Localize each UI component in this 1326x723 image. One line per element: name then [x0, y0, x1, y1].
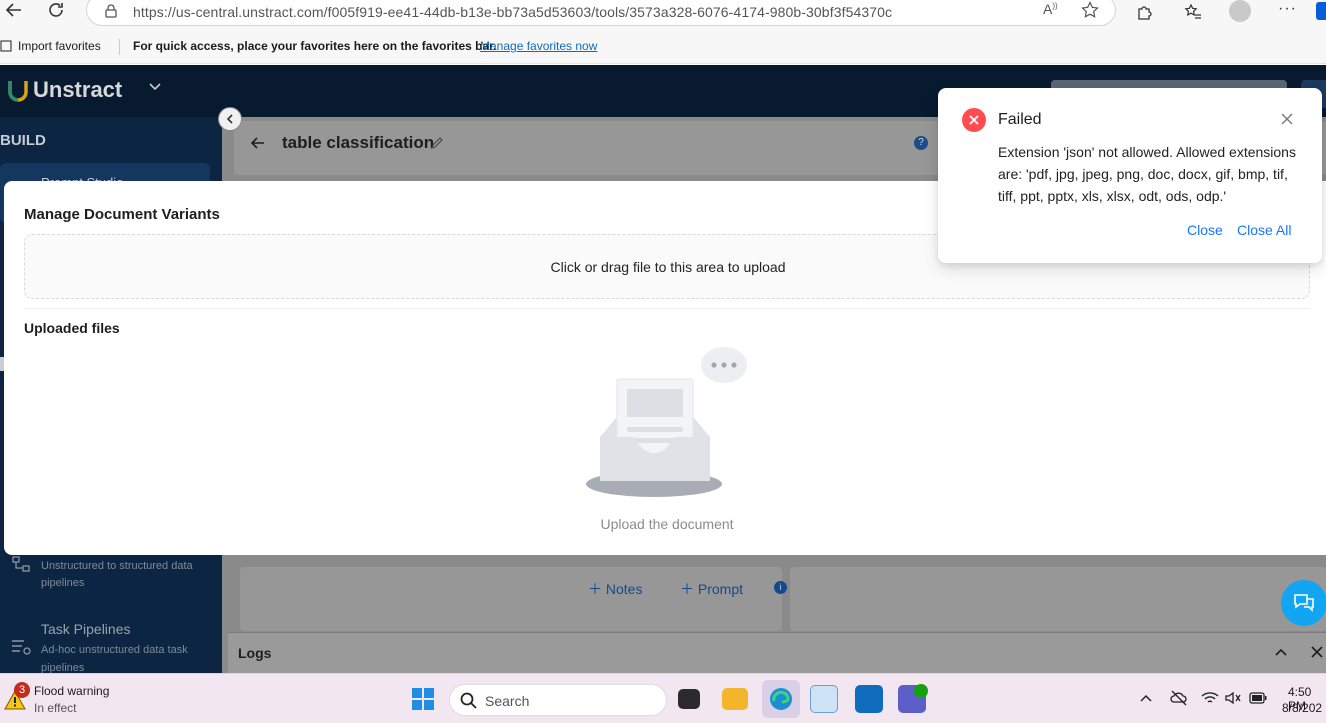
add-notes-button[interactable]: ＋ Notes: [588, 579, 642, 599]
empty-inbox-icon: [584, 345, 754, 506]
wifi-icon[interactable]: [1201, 690, 1219, 711]
output-panel: [790, 567, 1326, 631]
weather-subtitle: In effect: [34, 701, 77, 715]
edge-active-tile[interactable]: [762, 680, 800, 718]
info-icon: i: [774, 581, 787, 594]
weather-title: Flood warning: [34, 684, 110, 698]
url-text: https://us-central.unstract.com/f005f919…: [133, 4, 893, 20]
search-icon: [460, 692, 477, 714]
close-logs-icon[interactable]: [1310, 645, 1324, 664]
help-icon[interactable]: ?: [914, 136, 928, 150]
import-favorites-link[interactable]: Import favorites: [18, 39, 101, 53]
windows-start-icon[interactable]: [412, 688, 434, 715]
sidebar-item-task-pipelines[interactable]: Task Pipelines Ad-hoc unstructured data …: [0, 617, 222, 673]
chevron-up-icon[interactable]: [1274, 645, 1288, 664]
taskbar-search[interactable]: Search: [449, 684, 667, 716]
back-arrow-icon[interactable]: [250, 135, 266, 156]
brand-name: Unstract: [33, 77, 123, 102]
support-chat-icon[interactable]: [1281, 580, 1326, 626]
close-all-button[interactable]: Close All: [1237, 222, 1291, 238]
notes-label: Notes: [605, 581, 643, 597]
favorites-hint: For quick access, place your favorites h…: [133, 39, 497, 53]
empty-state-text: Upload the document: [600, 516, 734, 532]
import-icon: [0, 39, 14, 56]
favorites-icon[interactable]: [1184, 3, 1202, 26]
error-icon: [962, 108, 986, 132]
favorite-star-icon[interactable]: [1081, 1, 1099, 24]
uploaded-files-label: Uploaded files: [24, 320, 120, 336]
search-placeholder: Search: [485, 693, 530, 709]
logs-label: Logs: [238, 645, 272, 661]
close-icon[interactable]: [1280, 112, 1294, 131]
favorites-bar: Import favorites For quick access, place…: [0, 32, 1326, 64]
extensions-icon[interactable]: [1136, 3, 1154, 26]
project-title: table classification: [282, 133, 435, 152]
refresh-icon[interactable]: [46, 0, 66, 25]
onedrive-offline-icon[interactable]: [1170, 690, 1188, 711]
modal-title: Manage Document Variants: [24, 206, 220, 223]
collapse-sidebar-icon[interactable]: [218, 107, 242, 131]
sidebar-item-subtitle: Ad-hoc unstructured data task pipelines: [41, 644, 188, 673]
browser-toolbar: https://us-central.unstract.com/f005f919…: [0, 0, 1326, 32]
notification-title: Failed: [998, 111, 1042, 128]
back-arrow-icon[interactable]: [4, 0, 24, 25]
error-notification: Failed Extension 'json' not allowed. All…: [938, 88, 1322, 263]
weather-widget[interactable]: 3 Flood warning In effect: [4, 682, 144, 716]
tray-chevron-icon[interactable]: [1140, 692, 1152, 710]
sidebar-item-subtitle: Unstructured to structured data pipeline…: [41, 560, 193, 589]
profile-avatar-icon[interactable]: [1229, 0, 1251, 22]
unstract-logo-icon: [7, 79, 29, 108]
task-view-icon[interactable]: [678, 689, 700, 709]
windows-taskbar: 3 Flood warning In effect Search 4:50 PM…: [0, 673, 1326, 723]
logs-bar: Logs: [228, 632, 1326, 673]
volume-muted-icon[interactable]: [1224, 690, 1242, 711]
file-explorer-icon[interactable]: [722, 688, 748, 710]
address-bar[interactable]: https://us-central.unstract.com/f005f919…: [86, 0, 1116, 26]
modal-divider: [24, 308, 1310, 309]
sidebar-section-title: BUILD: [0, 132, 46, 149]
chevron-down-icon[interactable]: [148, 79, 162, 96]
battery-icon[interactable]: [1249, 691, 1267, 709]
clock-date[interactable]: 8/8/202: [1282, 701, 1322, 715]
prompts-panel: ＋ Notes ＋ Prompt i: [240, 567, 787, 631]
manage-favorites-link[interactable]: Manage favorites now: [480, 39, 597, 53]
read-aloud-icon[interactable]: A)): [1043, 1, 1058, 17]
add-prompt-button[interactable]: ＋ Prompt: [680, 579, 743, 599]
pipeline-icon: [11, 554, 31, 579]
weather-badge: 3: [14, 682, 30, 698]
close-button[interactable]: Close: [1187, 222, 1223, 238]
notification-message: Extension 'json' not allowed. Allowed ex…: [998, 144, 1296, 204]
prompt-label: Prompt: [697, 581, 744, 597]
outlook-icon[interactable]: [855, 685, 883, 713]
copilot-icon[interactable]: [1316, 2, 1326, 20]
favbar-divider: [119, 39, 120, 55]
teams-status-icon: [914, 684, 928, 698]
edit-icon[interactable]: [430, 136, 444, 155]
task-pipeline-icon: [10, 637, 32, 662]
sidebar-item-label: Task Pipelines: [41, 621, 131, 637]
snipping-tool-icon[interactable]: [810, 685, 838, 713]
lock-icon[interactable]: [103, 3, 119, 24]
more-options-icon[interactable]: ···: [1278, 0, 1297, 18]
